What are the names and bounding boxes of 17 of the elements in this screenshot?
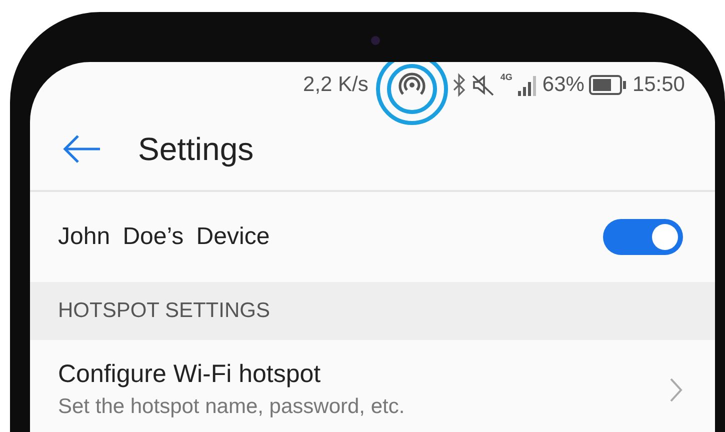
- hotspot-toggle[interactable]: [603, 219, 683, 255]
- page-title: Settings: [138, 130, 254, 168]
- back-arrow-icon[interactable]: [62, 133, 102, 165]
- bluetooth-icon: [452, 73, 466, 97]
- item-title[interactable]: Configure Wi-Fi hotspot: [58, 360, 405, 389]
- device-name: John Doe’s Device: [58, 223, 270, 251]
- battery-icon: [589, 74, 628, 96]
- signal-icon: [517, 73, 538, 97]
- mute-icon: [471, 73, 496, 97]
- battery-percent: 63%: [542, 73, 584, 97]
- network-speed: 2,2 K/s: [303, 73, 368, 97]
- camera-icon: [371, 36, 380, 45]
- network-type: 4G: [500, 72, 512, 82]
- item-subtitle: Set the hotspot name, password, etc.: [58, 395, 405, 419]
- clock-time: 15:50: [632, 73, 685, 97]
- section-title: HOTSPOT SETTINGS: [58, 299, 270, 323]
- chevron-icon: [669, 376, 683, 402]
